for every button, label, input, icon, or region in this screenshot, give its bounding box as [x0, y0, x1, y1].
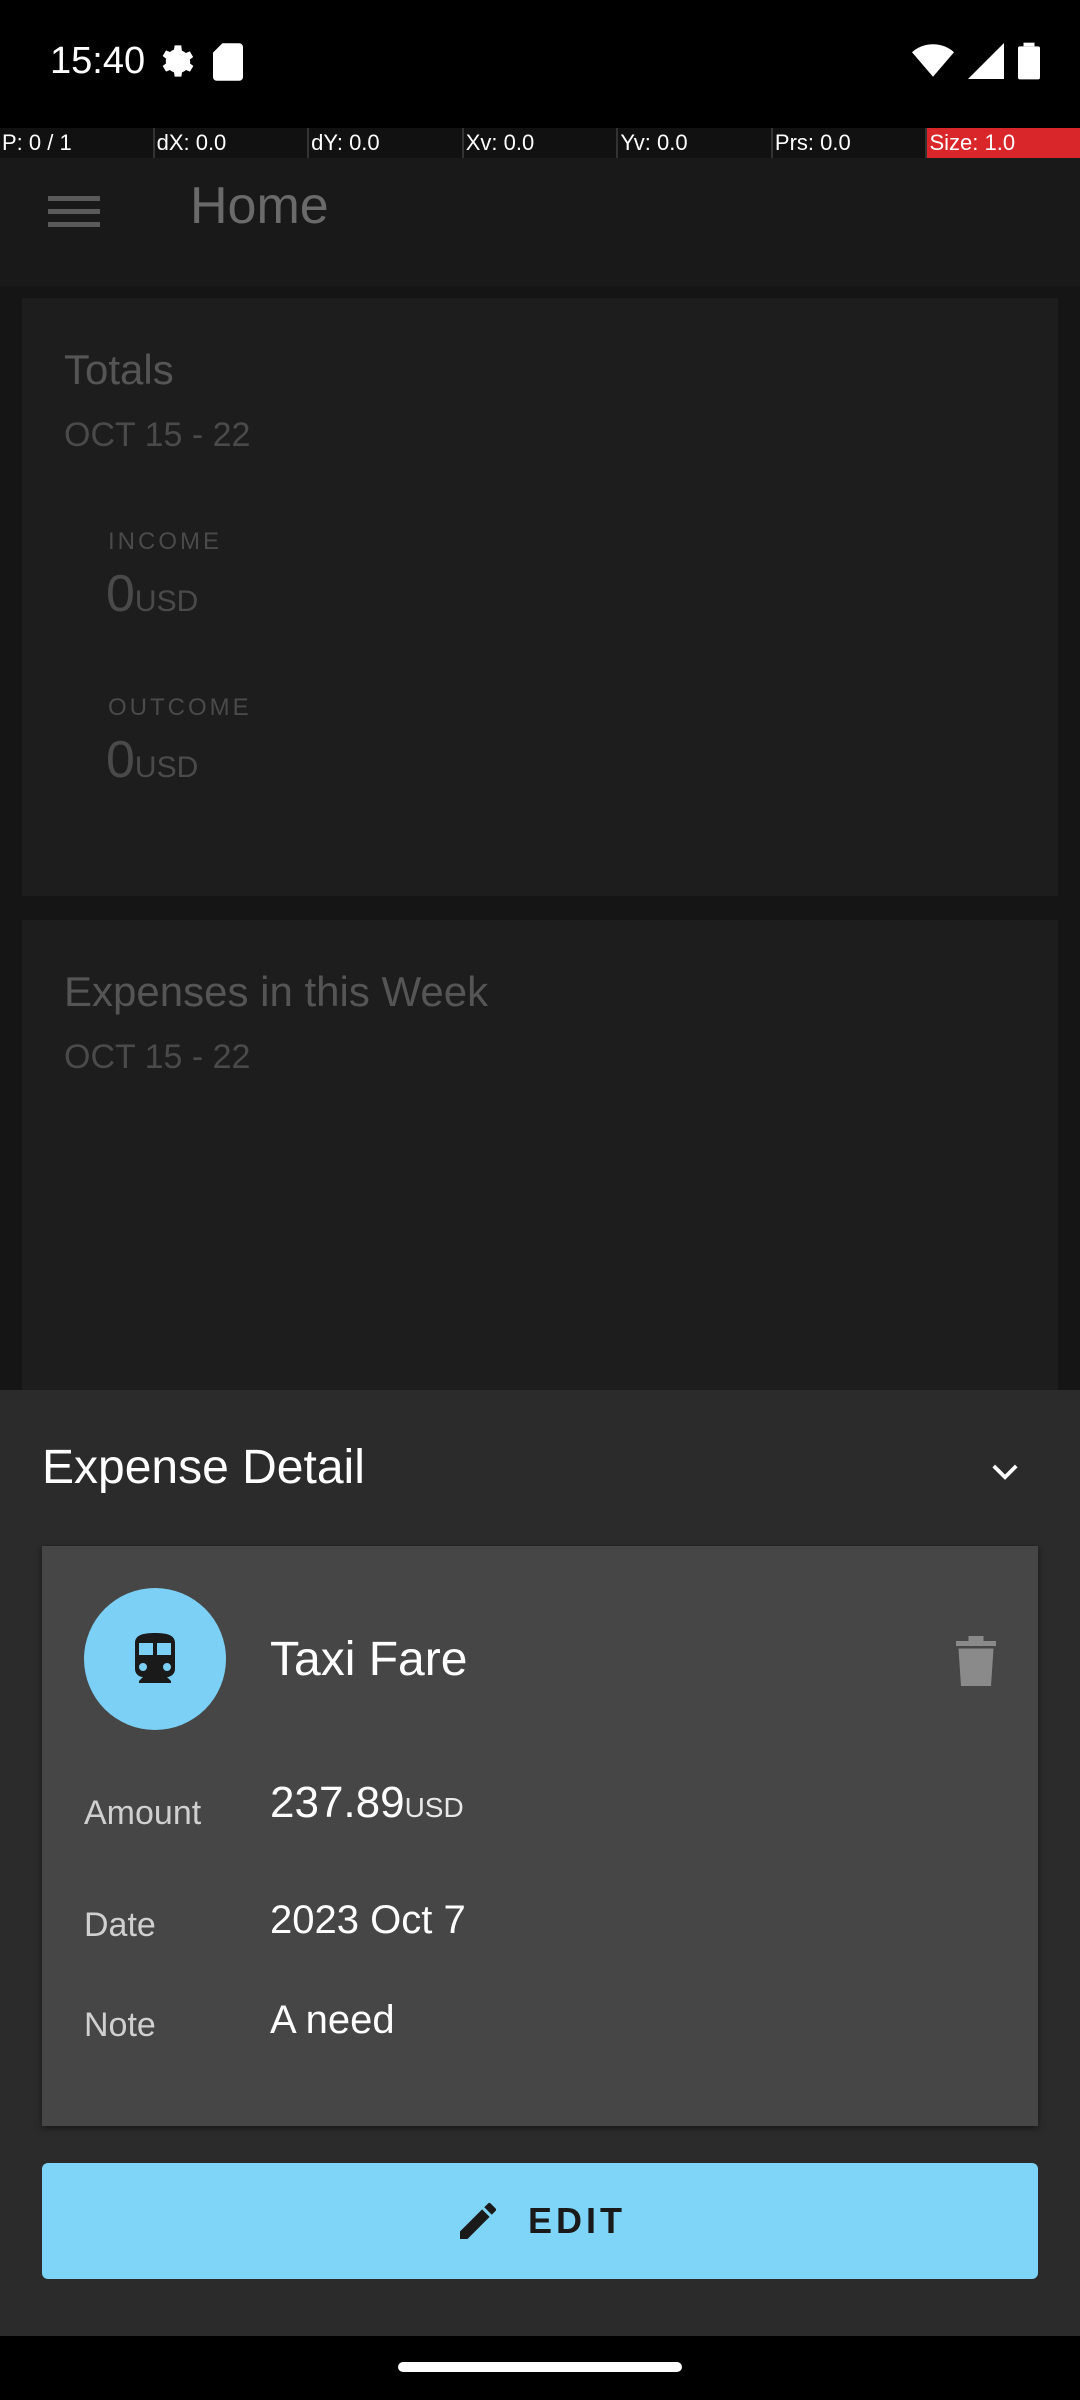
battery-icon [1018, 42, 1040, 80]
sheet-title: Expense Detail [42, 1441, 365, 1494]
expense-detail-card: Taxi Fare Amount 237.89USD Date 2023 Oct… [42, 1546, 1038, 2126]
signal-icon [968, 43, 1004, 79]
settings-gear-icon [162, 45, 194, 77]
debug-pressure: Prs: 0.0 [773, 128, 928, 158]
totals-range: OCT 15 - 22 [64, 416, 251, 454]
debug-xv: Xv: 0.0 [464, 128, 619, 158]
status-time: 15:40 [50, 40, 146, 82]
pointer-debug-bar: P: 0 / 1 dX: 0.0 dY: 0.0 Xv: 0.0 Yv: 0.0… [0, 128, 1080, 158]
menu-icon[interactable] [48, 188, 100, 240]
weekly-title: Expenses in this Week [64, 968, 489, 1015]
date-value: 2023 Oct 7 [270, 1898, 466, 1942]
page-title: Home [190, 177, 329, 235]
home-gesture-handle[interactable] [398, 2362, 682, 2372]
edit-button[interactable]: EDIT [42, 2163, 1038, 2279]
pencil-icon [459, 2202, 496, 2239]
totals-title: Totals [64, 346, 174, 393]
train-icon [135, 1633, 175, 1683]
category-avatar [84, 1588, 226, 1730]
expense-detail-sheet: Expense Detail Taxi Fare Amount 237.89US… [0, 1390, 1080, 2336]
app-bar: Home [0, 158, 1080, 286]
outcome-value: 0USD [106, 731, 199, 789]
note-label: Note [84, 2006, 156, 2044]
outcome-label: OUTCOME [108, 694, 252, 721]
income-label: INCOME [108, 528, 222, 555]
status-icons-left [155, 42, 243, 82]
wifi-icon [912, 44, 954, 77]
amount-label: Amount [84, 1794, 202, 1832]
weekly-range: OCT 15 - 22 [64, 1038, 251, 1076]
debug-pointer: P: 0 / 1 [0, 128, 155, 158]
date-label: Date [84, 1906, 156, 1944]
delete-icon[interactable] [956, 1636, 996, 1686]
debug-dx: dX: 0.0 [155, 128, 310, 158]
expense-name: Taxi Fare [270, 1633, 468, 1686]
debug-dy: dY: 0.0 [309, 128, 464, 158]
income-value: 0USD [106, 565, 199, 623]
weekly-expenses-card: Expenses in this Week OCT 15 - 22 [22, 920, 1058, 1400]
debug-yv: Yv: 0.0 [618, 128, 773, 158]
note-value: A need [270, 1998, 395, 2042]
edit-button-label: EDIT [527, 2200, 626, 2241]
chevron-down-icon[interactable] [990, 1456, 1020, 1486]
amount-value: 237.89USD [270, 1778, 464, 1827]
debug-size: Size: 1.0 [927, 128, 1080, 158]
sd-card-icon [213, 43, 243, 81]
status-icons-right [912, 42, 1040, 80]
status-bar: 15:40 [0, 0, 1080, 128]
totals-card: Totals OCT 15 - 22 INCOME 0USD OUTCOME 0… [22, 298, 1058, 896]
navigation-bar [0, 2336, 1080, 2400]
